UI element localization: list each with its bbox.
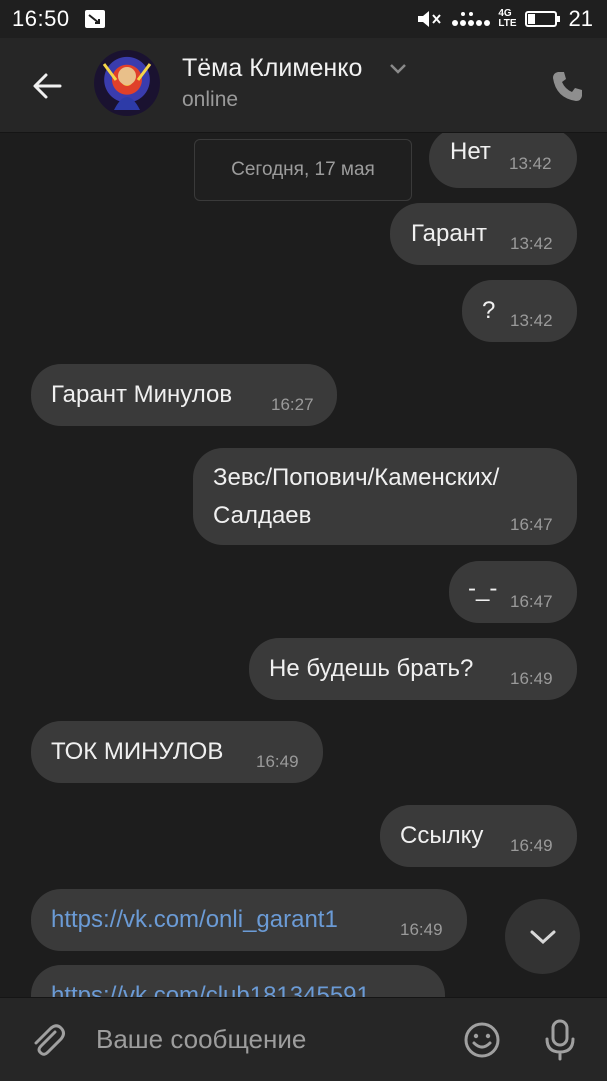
message-time: 13:42 [510, 311, 553, 330]
message-bubble-out[interactable]: -_- 16:47 [449, 561, 577, 623]
scroll-to-bottom-button[interactable] [505, 899, 580, 974]
message-text: -_- [468, 575, 498, 602]
message-bubble-out[interactable]: ? 13:42 [462, 280, 577, 342]
message-bubble-link[interactable]: https://vk.com/club181345591 [31, 965, 445, 997]
avatar-art [102, 63, 152, 110]
avatar[interactable] [94, 50, 160, 116]
status-time: 16:50 [12, 6, 70, 31]
status-indicators: 4G LTE 21 [416, 6, 593, 32]
microphone-icon[interactable] [542, 1018, 578, 1062]
message-time: 13:42 [510, 234, 553, 253]
message-bubble-out[interactable]: Не будешь брать? 16:49 [249, 638, 577, 700]
message-bubble-out[interactable]: Нет 13:42 [429, 133, 577, 188]
message-text: Ссылку [400, 822, 484, 849]
message-bubble-out[interactable]: Ссылку 16:49 [380, 805, 577, 867]
contact-name[interactable]: Тёма Клименко [182, 54, 362, 83]
network-type: 4G LTE [498, 8, 517, 29]
smiley-icon[interactable] [462, 1020, 502, 1060]
message-text: ТОК МИНУЛОВ [51, 738, 224, 765]
status-bar: 16:50 4G LTE 21 [0, 0, 607, 38]
message-text: Гарант [411, 220, 487, 247]
message-list[interactable]: Сегодня, 17 мая Нет 13:42 Гарант 13:42 ?… [0, 133, 607, 997]
message-text: Не будешь брать? [269, 655, 474, 682]
message-time: 16:47 [510, 515, 553, 534]
message-link[interactable]: https://vk.com/onli_garant1 [51, 901, 338, 939]
message-bubble-out[interactable]: Зевс/Попович/Каменских/ Салдаев 16:47 [193, 448, 577, 545]
arrow-left-icon[interactable] [28, 66, 68, 106]
chat-header: Тёма Клименко online [0, 38, 607, 133]
message-time: 16:27 [271, 395, 314, 414]
notification-icon [85, 10, 105, 28]
message-time: 16:49 [256, 752, 299, 771]
message-time: 16:49 [510, 669, 553, 688]
message-bubble-link[interactable]: https://vk.com/onli_garant1 16:49 [31, 889, 467, 951]
message-time: 13:42 [509, 154, 552, 173]
message-text: Зевс/Попович/Каменских/ Салдаев [213, 464, 500, 529]
message-text: Гарант Минулов [51, 381, 233, 408]
battery-level: 21 [568, 6, 593, 31]
message-bubble-in[interactable]: Гарант Минулов 16:27 [31, 364, 337, 426]
battery-icon [524, 11, 560, 27]
chevron-down-icon[interactable] [388, 62, 408, 76]
mute-icon [418, 11, 442, 27]
signal-dots-icon [452, 12, 491, 26]
paperclip-icon[interactable] [28, 1020, 68, 1060]
composer: Ваше сообщение [0, 997, 607, 1081]
message-text: Нет [450, 138, 491, 165]
message-time: 16:49 [400, 920, 443, 939]
message-time: 16:47 [510, 592, 553, 611]
date-separator: Сегодня, 17 мая [194, 139, 412, 201]
message-text: ? [482, 297, 496, 324]
contact-status: online [182, 88, 239, 111]
phone-icon[interactable] [548, 66, 588, 106]
message-time: 16:49 [510, 836, 553, 855]
message-bubble-out[interactable]: Гарант 13:42 [390, 203, 577, 265]
message-bubble-in[interactable]: ТОК МИНУЛОВ 16:49 [31, 721, 323, 783]
message-link[interactable]: https://vk.com/club181345591 [51, 977, 370, 997]
message-input[interactable]: Ваше сообщение [96, 1024, 306, 1055]
chevron-down-icon [530, 930, 555, 944]
